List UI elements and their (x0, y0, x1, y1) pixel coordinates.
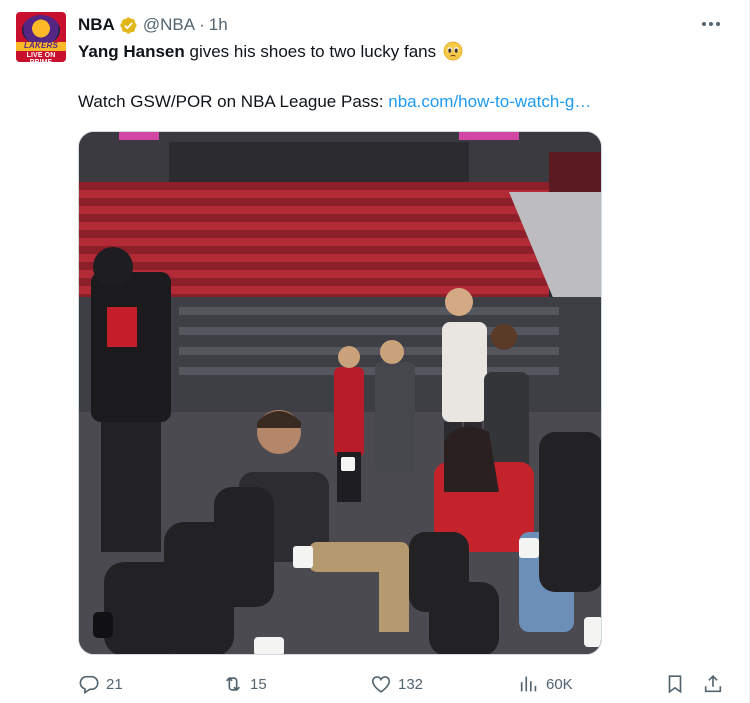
timestamp[interactable]: 1h (209, 15, 228, 35)
more-options-icon[interactable] (697, 12, 725, 36)
tweet-line2: Watch GSW/POR on NBA League Pass: (78, 92, 384, 111)
avatar-bottom-text: LIVE ON PRIME (26, 52, 56, 62)
reply-button[interactable]: 21 (78, 670, 123, 698)
avatar[interactable]: LAKERS LIVE ON PRIME (16, 12, 66, 62)
share-button[interactable] (702, 670, 724, 698)
bookmark-button[interactable] (664, 670, 686, 698)
tweet-link[interactable]: nba.com/how-to-watch-g… (388, 92, 591, 111)
tweet-body: gives his shoes to two lucky fans (189, 42, 437, 61)
heart-icon (371, 676, 391, 693)
avatar-top-text: LAKERS (23, 41, 59, 50)
repost-icon (225, 676, 241, 692)
tweet-video[interactable] (78, 131, 602, 655)
tweet-header: NBA @NBA · 1h (78, 14, 228, 36)
view-count: 60K (546, 675, 573, 693)
like-count: 132 (398, 675, 424, 693)
views-icon (520, 676, 537, 692)
repost-count: 15 (250, 675, 267, 693)
action-bar: 21 15 132 60K (78, 670, 728, 698)
views-button[interactable]: 60K (518, 670, 573, 698)
handle[interactable]: @NBA (143, 15, 195, 35)
pleading-face-emoji-icon (443, 41, 463, 61)
repost-button[interactable]: 15 (222, 670, 267, 698)
display-name[interactable]: NBA (78, 15, 115, 35)
tweet[interactable]: LAKERS LIVE ON PRIME NBA @NBA · 1h Yang … (0, 0, 750, 703)
mention-name: Yang Hansen (78, 42, 185, 61)
separator-dot: · (199, 15, 205, 34)
share-icon (704, 675, 722, 693)
verified-badge-icon[interactable] (119, 16, 138, 35)
video-control-icon (93, 612, 113, 638)
like-button[interactable]: 132 (370, 670, 423, 698)
reply-icon (79, 675, 99, 695)
bookmark-icon (668, 675, 682, 694)
video-frame (79, 132, 601, 654)
reply-count: 21 (106, 675, 123, 693)
tweet-text: Yang Hansen gives his shoes to two lucky… (78, 40, 718, 114)
